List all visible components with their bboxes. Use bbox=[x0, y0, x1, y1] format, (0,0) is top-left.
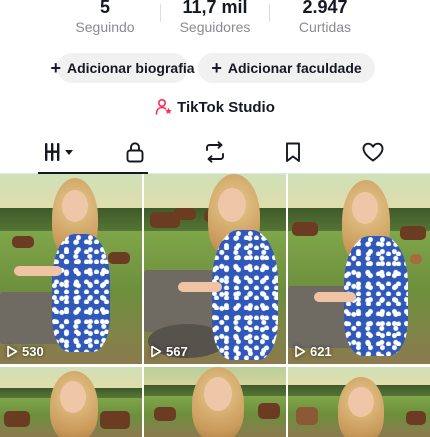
view-count-value: 567 bbox=[166, 344, 188, 359]
view-count: 530 bbox=[6, 344, 44, 359]
grid-lines-icon bbox=[45, 143, 73, 161]
profile-tabs bbox=[0, 131, 430, 174]
video-thumbnail[interactable]: 621 bbox=[288, 174, 430, 364]
add-bio-button[interactable]: + Adicionar biografia bbox=[50, 53, 195, 83]
tab-reposts[interactable] bbox=[190, 131, 240, 173]
bookmark-icon bbox=[286, 142, 300, 162]
following-stat[interactable]: 5 Seguindo bbox=[45, 0, 165, 36]
view-count: 621 bbox=[294, 344, 332, 359]
followers-stat[interactable]: 11,7 mil Seguidores bbox=[155, 0, 275, 36]
add-faculty-label: Adicionar faculdade bbox=[227, 60, 362, 76]
plus-icon: + bbox=[50, 58, 61, 78]
heart-outline-icon bbox=[362, 142, 384, 162]
thumbnail-image bbox=[288, 174, 430, 364]
play-outline-icon bbox=[7, 345, 18, 358]
plus-icon: + bbox=[211, 58, 222, 78]
following-count: 5 bbox=[99, 0, 110, 17]
add-faculty-button[interactable]: + Adicionar faculdade bbox=[198, 53, 375, 83]
person-star-icon bbox=[155, 98, 172, 115]
profile-actions: + Adicionar biografia + Adicionar faculd… bbox=[0, 53, 430, 85]
tab-saved[interactable] bbox=[268, 131, 318, 173]
thumbnail-image bbox=[288, 367, 430, 437]
followers-count: 11,7 mil bbox=[182, 0, 248, 17]
view-count-value: 621 bbox=[310, 344, 332, 359]
video-grid: 530 567 621 bbox=[0, 174, 430, 437]
tab-liked[interactable] bbox=[348, 131, 398, 173]
video-thumbnail[interactable] bbox=[0, 367, 142, 437]
thumbnail-image bbox=[0, 174, 142, 364]
following-label: Seguindo bbox=[75, 19, 135, 35]
play-outline-icon bbox=[295, 345, 306, 358]
thumbnail-image bbox=[0, 367, 142, 437]
tiktok-studio-link[interactable]: TikTok Studio bbox=[0, 96, 430, 118]
lock-icon bbox=[126, 142, 144, 163]
view-count-value: 530 bbox=[22, 344, 44, 359]
followers-label: Seguidores bbox=[179, 19, 251, 35]
video-thumbnail[interactable] bbox=[144, 367, 286, 437]
video-thumbnail[interactable] bbox=[288, 367, 430, 437]
tiktok-studio-label: TikTok Studio bbox=[177, 98, 275, 116]
tab-private[interactable] bbox=[110, 131, 160, 173]
profile-stats: 5 Seguindo 11,7 mil Seguidores 2.947 Cur… bbox=[0, 0, 430, 40]
thumbnail-image bbox=[144, 367, 286, 437]
view-count: 567 bbox=[150, 344, 188, 359]
likes-label: Curtidas bbox=[298, 19, 352, 35]
tab-videos[interactable] bbox=[30, 131, 148, 174]
thumbnail-image bbox=[144, 174, 286, 364]
likes-stat[interactable]: 2.947 Curtidas bbox=[265, 0, 385, 36]
video-thumbnail[interactable]: 530 bbox=[0, 174, 142, 364]
play-outline-icon bbox=[151, 345, 162, 358]
likes-count: 2.947 bbox=[302, 0, 348, 17]
video-thumbnail[interactable]: 567 bbox=[144, 174, 286, 364]
add-bio-label: Adicionar biografia bbox=[66, 60, 195, 76]
repost-icon bbox=[206, 141, 224, 163]
